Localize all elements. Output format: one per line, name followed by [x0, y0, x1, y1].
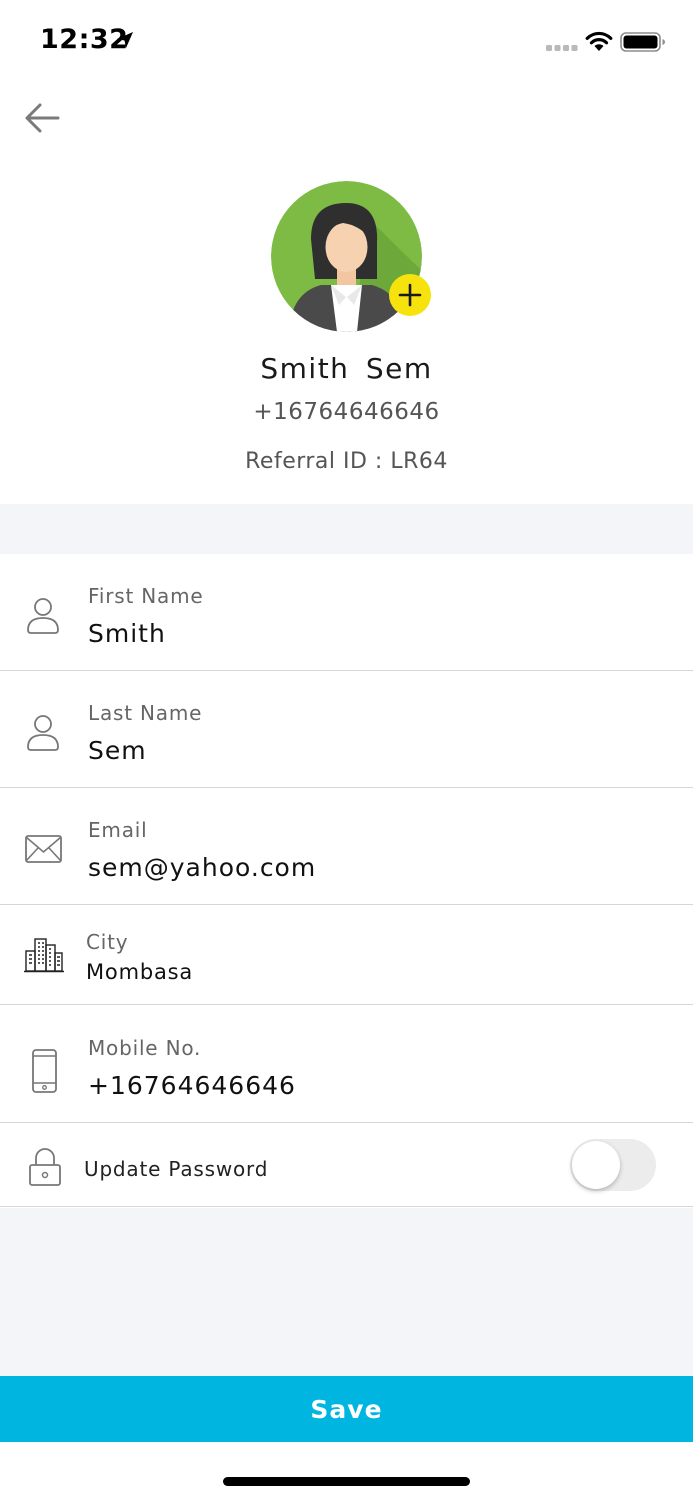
profile-phone: +16764646646	[253, 399, 440, 425]
lock-icon	[29, 1148, 61, 1186]
mobile-label: Mobile No.	[88, 1036, 202, 1060]
plus-icon	[398, 283, 422, 307]
home-indicator	[223, 1477, 470, 1486]
mobile-field[interactable]: Mobile No. +16764646646	[0, 1006, 693, 1123]
mobile-input[interactable]: +16764646646	[88, 1071, 296, 1100]
city-field[interactable]: City Mombasa	[0, 905, 693, 1005]
save-button[interactable]: Save	[0, 1376, 693, 1442]
envelope-icon	[25, 835, 62, 863]
city-input[interactable]: Mombasa	[86, 960, 193, 984]
last-name-label: Last Name	[88, 701, 203, 725]
last-name-input[interactable]: Sem	[88, 736, 147, 765]
referral-id: Referral ID : LR64	[245, 449, 448, 474]
status-bar: 12:32	[0, 0, 693, 84]
wifi-icon	[585, 31, 613, 51]
battery-icon	[620, 32, 665, 52]
mobile-phone-icon	[32, 1049, 57, 1093]
city-label: City	[86, 930, 129, 954]
back-button[interactable]	[22, 100, 62, 136]
section-divider	[0, 504, 693, 554]
city-buildings-icon	[24, 938, 64, 973]
update-password-label: Update Password	[84, 1157, 269, 1181]
email-input[interactable]: sem@yahoo.com	[88, 853, 316, 882]
first-name-input[interactable]: Smith	[88, 619, 166, 648]
user-icon	[27, 715, 59, 751]
empty-area	[0, 1208, 693, 1376]
profile-name: Smith Sem	[260, 352, 433, 385]
toggle-knob	[572, 1141, 620, 1189]
email-label: Email	[88, 818, 148, 842]
profile-photo[interactable]	[271, 181, 431, 341]
email-field[interactable]: Email sem@yahoo.com	[0, 788, 693, 905]
update-password-row: Update Password	[0, 1123, 693, 1207]
back-arrow-icon	[25, 103, 60, 133]
location-arrow-icon	[117, 32, 133, 48]
cellular-signal-icon	[546, 45, 578, 51]
last-name-field[interactable]: Last Name Sem	[0, 671, 693, 788]
add-photo-button[interactable]	[389, 274, 431, 316]
update-password-toggle[interactable]	[570, 1139, 656, 1191]
first-name-field[interactable]: First Name Smith	[0, 554, 693, 671]
user-icon	[27, 598, 59, 634]
first-name-label: First Name	[88, 584, 204, 608]
